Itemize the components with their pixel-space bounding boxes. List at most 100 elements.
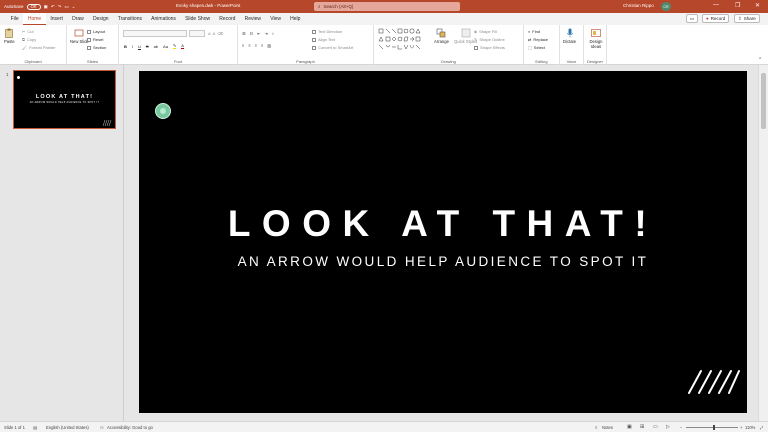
notes-icon: ≡ bbox=[595, 425, 598, 430]
undo-icon[interactable]: ↶ bbox=[51, 4, 55, 10]
numbering-icon[interactable]: ☷ bbox=[250, 31, 254, 36]
share-button[interactable]: ⇪ Share bbox=[734, 14, 760, 23]
align-buttons[interactable]: ≡ ≡ ≡ ≡ ▥ bbox=[242, 43, 271, 48]
slide-sorter-icon[interactable]: ⊞ bbox=[640, 424, 644, 430]
align-text-button[interactable]: Align Text bbox=[312, 37, 335, 42]
bold-icon[interactable]: B bbox=[124, 44, 127, 49]
tab-animations[interactable]: Animations bbox=[147, 13, 181, 25]
user-name[interactable]: Christian Rippo bbox=[623, 3, 654, 8]
font-family-select[interactable] bbox=[123, 30, 187, 37]
font-group: A A ⌫ BIUS ab Aa ✎ A Font bbox=[119, 25, 238, 65]
tab-draw[interactable]: Draw bbox=[67, 13, 88, 25]
align-right-icon[interactable]: ≡ bbox=[255, 43, 257, 48]
slide-hatch-lines[interactable] bbox=[687, 369, 741, 395]
avatar[interactable]: CR bbox=[661, 2, 671, 11]
layout-button[interactable]: Layout bbox=[87, 29, 105, 34]
scissors-icon: ✂ bbox=[22, 29, 26, 34]
increase-indent-icon[interactable]: ⇥ bbox=[265, 31, 268, 36]
shape-outline-button[interactable]: ✎ Shape Outline bbox=[474, 37, 505, 42]
list-buttons[interactable]: ☰ ☷ ⇤ ⇥ ↕ bbox=[242, 31, 274, 36]
zoom-in-icon[interactable]: + bbox=[740, 425, 742, 430]
line-spacing-icon[interactable]: ↕ bbox=[272, 31, 274, 36]
align-center-icon[interactable]: ≡ bbox=[248, 43, 250, 48]
font-size-controls[interactable]: A A ⌫ bbox=[208, 31, 223, 36]
section-button[interactable]: Section bbox=[87, 45, 106, 50]
paste-button[interactable]: Paste bbox=[4, 28, 15, 44]
font-style-buttons[interactable]: BIUS ab Aa ✎ A bbox=[124, 43, 184, 49]
editing-group: ⌕ Find ⇄ Replace ⬚ Select Editing bbox=[524, 25, 560, 65]
design-ideas-button[interactable]: Design Ideas bbox=[586, 28, 606, 49]
tab-record[interactable]: Record bbox=[215, 13, 240, 25]
zoom-slider[interactable] bbox=[686, 427, 738, 428]
arrange-button[interactable]: Arrange bbox=[434, 28, 449, 44]
tab-file[interactable]: File bbox=[6, 13, 23, 25]
autosave-toggle[interactable]: Off bbox=[26, 3, 41, 10]
collapse-ribbon-icon[interactable]: ⌃ bbox=[758, 57, 762, 63]
reading-view-icon[interactable]: ▭ bbox=[653, 424, 658, 430]
slide-thumbnail[interactable]: LOOK AT THAT! AN ARROW WOULD HELP AUDIEN… bbox=[13, 70, 116, 129]
close-button[interactable]: ✕ bbox=[755, 2, 760, 9]
spellcheck-icon[interactable]: ▤ bbox=[33, 425, 37, 430]
replace-button[interactable]: ⇄ Replace bbox=[528, 37, 548, 42]
justify-icon[interactable]: ≡ bbox=[261, 43, 263, 48]
convert-smartart-button[interactable]: Convert to SmartArt bbox=[312, 45, 353, 50]
strikethrough-icon[interactable]: S bbox=[146, 44, 149, 49]
shape-fill-button[interactable]: ◈ Shape Fill bbox=[474, 29, 497, 34]
scrollbar-thumb[interactable] bbox=[761, 73, 766, 129]
click-marker-circle[interactable] bbox=[155, 103, 171, 119]
tab-view[interactable]: View bbox=[266, 13, 286, 25]
italic-icon[interactable]: I bbox=[132, 44, 133, 49]
zoom-level[interactable]: 110% bbox=[745, 425, 755, 430]
font-color-icon[interactable]: A bbox=[181, 43, 184, 49]
highlight-icon[interactable]: ✎ bbox=[172, 43, 177, 49]
tab-transitions[interactable]: Transitions bbox=[113, 13, 146, 25]
present-icon[interactable]: ▭ bbox=[64, 4, 68, 10]
format-painter-button[interactable]: 🖌 Format Painter bbox=[22, 45, 56, 50]
tab-slide-show[interactable]: Slide Show bbox=[181, 13, 215, 25]
slideshow-view-icon[interactable]: ▷ bbox=[666, 424, 670, 430]
align-left-icon[interactable]: ≡ bbox=[242, 43, 244, 48]
tab-insert[interactable]: Insert bbox=[46, 13, 68, 25]
cut-button[interactable]: ✂ Cut bbox=[22, 29, 34, 34]
normal-view-icon[interactable]: ▣ bbox=[627, 424, 632, 430]
underline-icon[interactable]: U bbox=[138, 44, 141, 49]
comments-button[interactable]: ▭ bbox=[686, 14, 698, 23]
autosave-label: AutoSave bbox=[4, 4, 24, 9]
tab-home[interactable]: Home bbox=[23, 13, 46, 25]
spacing-icon[interactable]: ab bbox=[154, 44, 158, 49]
tab-review[interactable]: Review bbox=[240, 13, 266, 25]
zoom-out-icon[interactable]: − bbox=[680, 425, 682, 430]
zoom-slider-knob[interactable] bbox=[713, 425, 715, 430]
search-box[interactable]: ⌕ Search (Alt+Q) bbox=[314, 2, 460, 11]
select-button[interactable]: ⬚ Select bbox=[528, 45, 545, 50]
slide-subtitle[interactable]: AN ARROW WOULD HELP AUDIENCE TO SPOT IT bbox=[139, 254, 747, 269]
notes-button[interactable]: Notes bbox=[602, 425, 613, 430]
save-icon[interactable]: ▣ bbox=[44, 4, 48, 10]
vertical-scrollbar[interactable] bbox=[758, 65, 768, 421]
restore-button[interactable]: ❐ bbox=[735, 2, 740, 9]
slide-title[interactable]: LOOK AT THAT! bbox=[139, 203, 747, 245]
shapes-gallery[interactable] bbox=[378, 28, 430, 52]
accessibility-status[interactable]: Accessibility: Good to go bbox=[107, 425, 153, 430]
record-button[interactable]: ● Record bbox=[702, 14, 730, 23]
font-size-select[interactable] bbox=[189, 30, 205, 37]
fit-slide-icon[interactable]: ⤢ bbox=[760, 425, 763, 430]
columns-icon[interactable]: ▥ bbox=[267, 43, 271, 48]
customize-qat-icon[interactable]: ⌄ bbox=[72, 4, 76, 10]
reset-button[interactable]: Reset bbox=[87, 37, 103, 42]
find-button[interactable]: ⌕ Find bbox=[528, 29, 540, 34]
tab-help[interactable]: Help bbox=[286, 13, 305, 25]
bullets-icon[interactable]: ☰ bbox=[242, 31, 246, 36]
language-status[interactable]: English (United States) bbox=[46, 425, 89, 430]
shape-effects-button[interactable]: Shape Effects bbox=[474, 45, 505, 50]
search-placeholder: Search (Alt+Q) bbox=[323, 4, 354, 9]
redo-icon[interactable]: ↷ bbox=[58, 4, 62, 10]
slide-canvas[interactable]: LOOK AT THAT! AN ARROW WOULD HELP AUDIEN… bbox=[139, 71, 747, 413]
decrease-indent-icon[interactable]: ⇤ bbox=[257, 31, 260, 36]
minimize-button[interactable]: — bbox=[713, 2, 719, 8]
dictate-button[interactable]: Dictate bbox=[563, 28, 576, 44]
copy-button[interactable]: ⧉ Copy bbox=[22, 37, 36, 42]
text-direction-button[interactable]: Text Direction bbox=[312, 29, 342, 34]
tab-design[interactable]: Design bbox=[88, 13, 113, 25]
case-icon[interactable]: Aa bbox=[163, 44, 168, 49]
